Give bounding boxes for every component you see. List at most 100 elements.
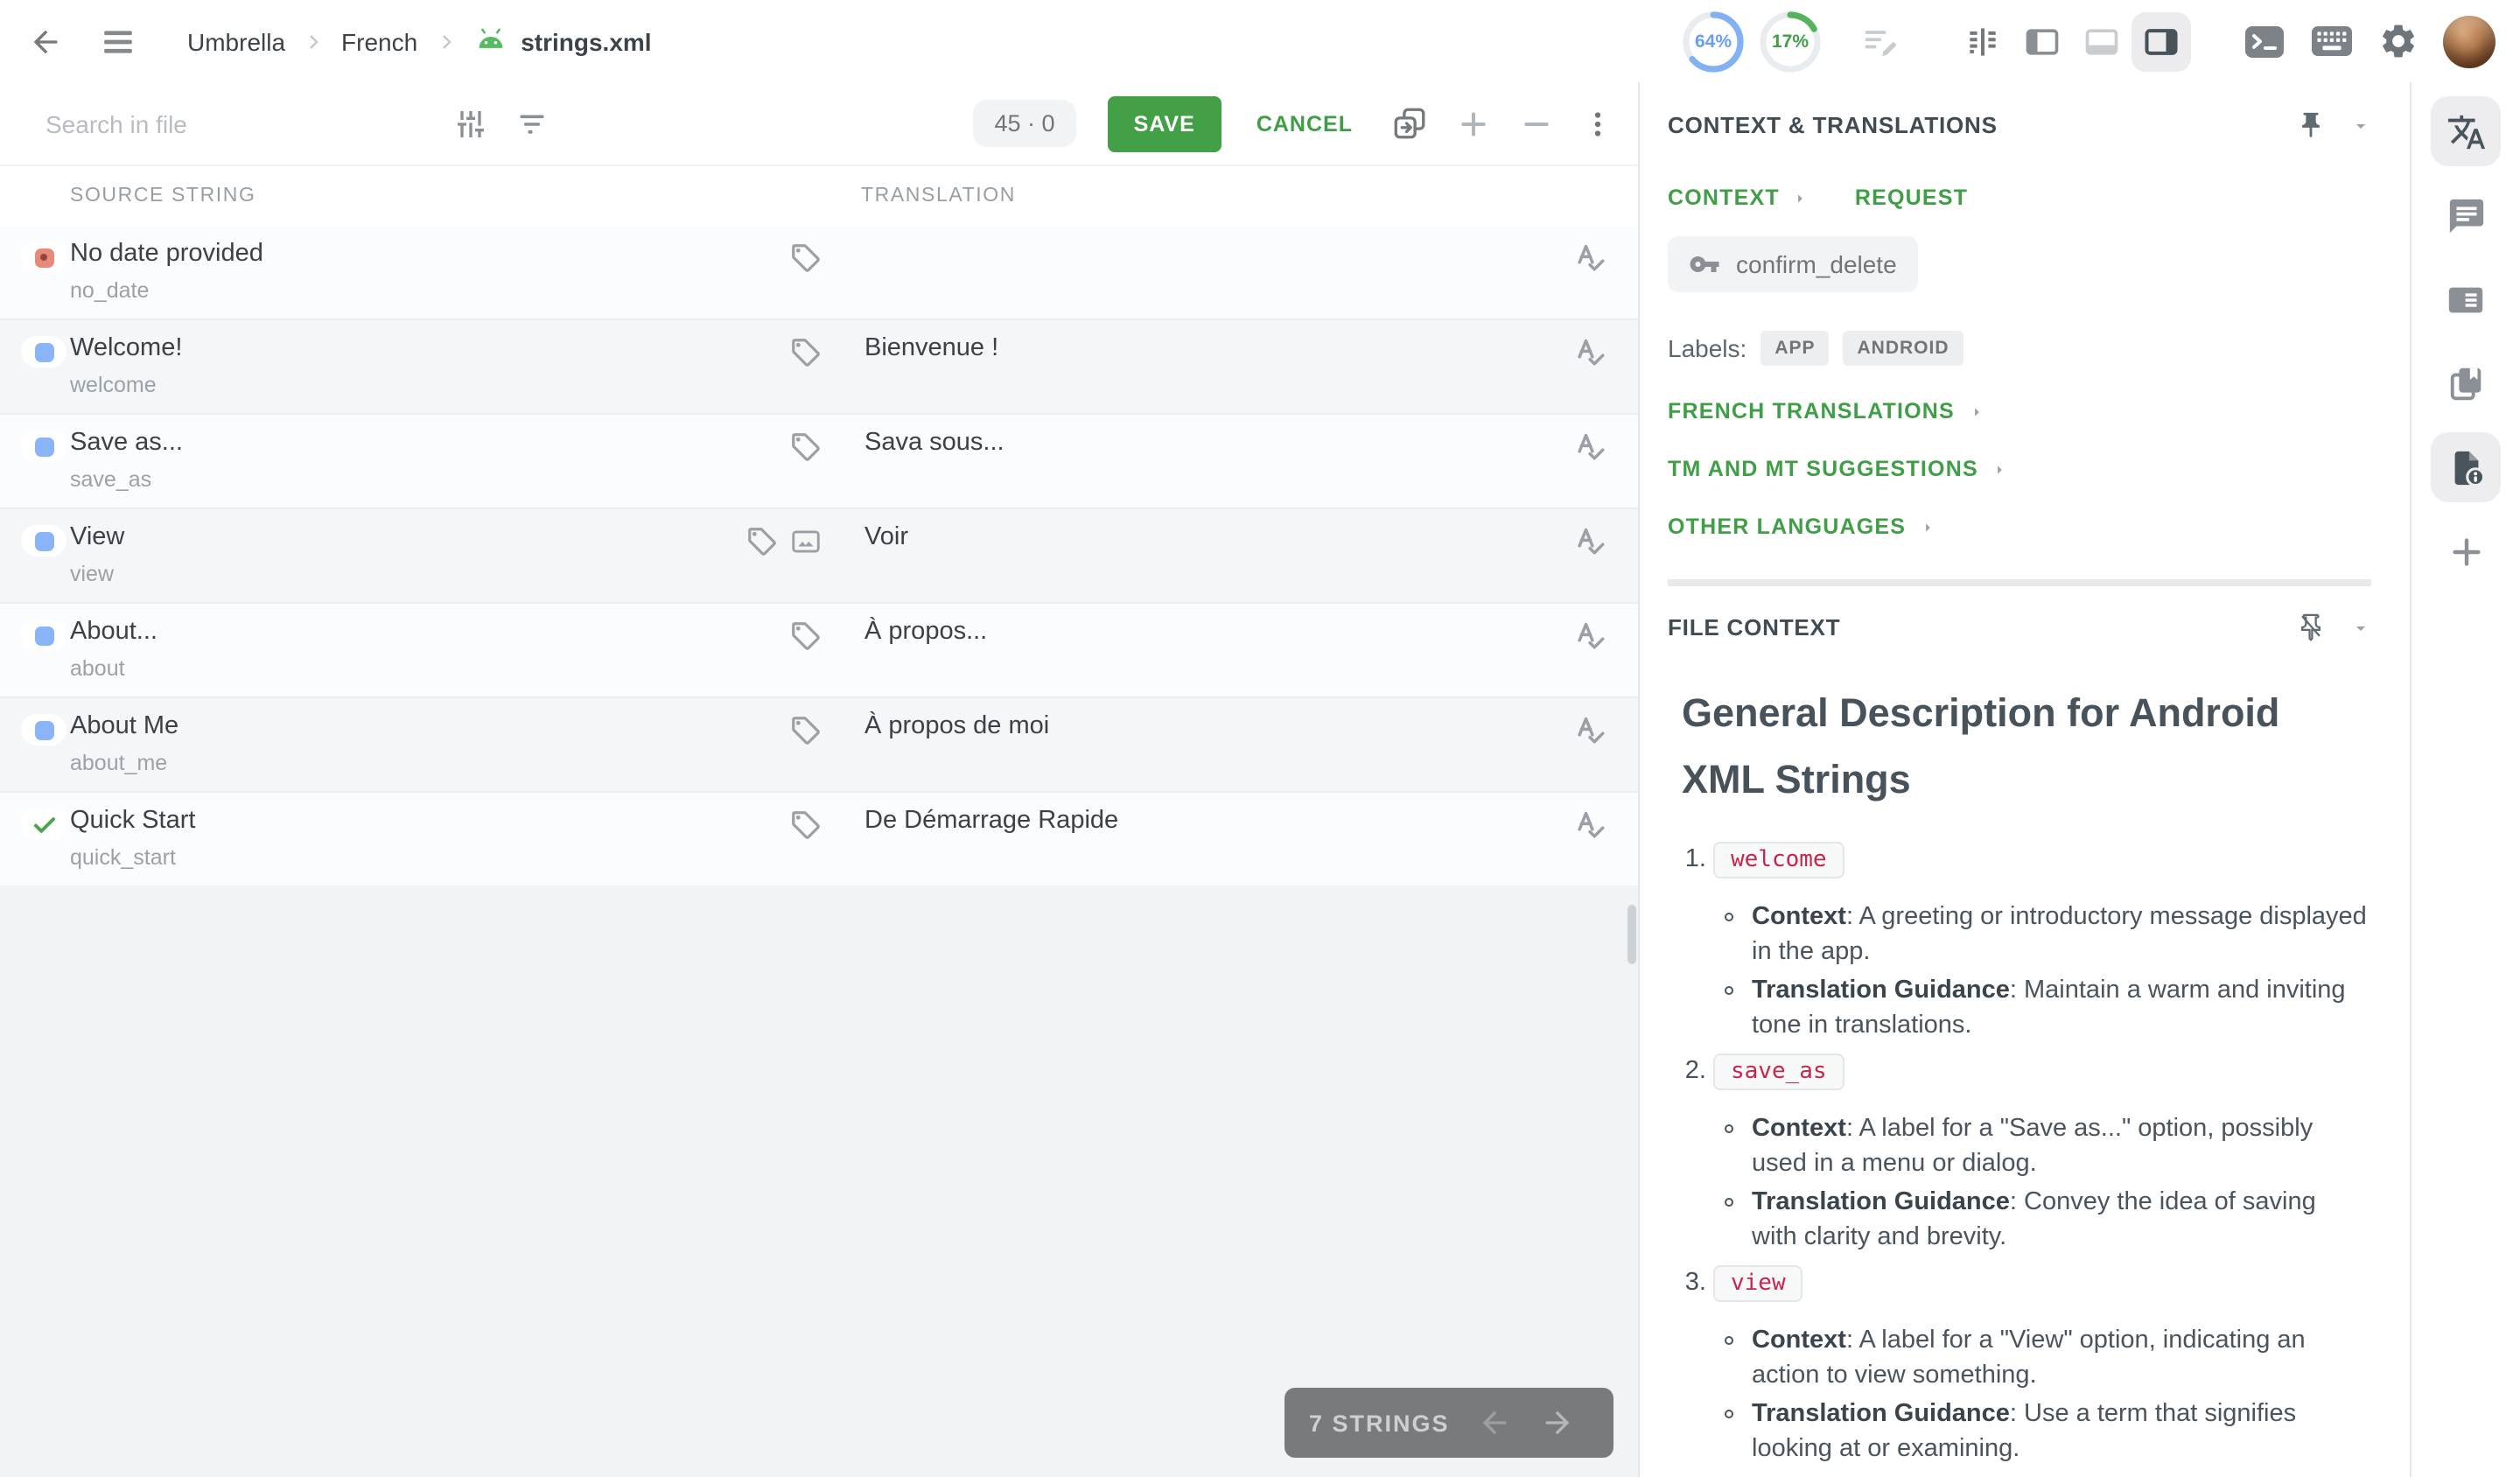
editor-toolbar: 45 · 0 SAVE CANCEL <box>0 82 1638 166</box>
string-key-code: welcome <box>1713 842 1844 878</box>
status-translated-icon <box>21 525 66 556</box>
progress-ring[interactable]: 64% <box>1680 8 1746 74</box>
avatar[interactable] <box>2443 15 2496 67</box>
menu-icon[interactable] <box>102 27 135 55</box>
source-string: About... <box>70 618 158 646</box>
strings-pager: 7 STRINGS <box>1284 1388 1614 1458</box>
string-key: about <box>70 656 125 681</box>
row-icons <box>700 242 822 275</box>
context-tabs: CONTEXT REQUEST <box>1668 186 2371 210</box>
string-row[interactable]: View view Voir <box>0 509 1638 604</box>
tab-request[interactable]: REQUEST <box>1855 186 1968 210</box>
view-bottom-panel-icon[interactable] <box>2072 11 2132 71</box>
table-header: SOURCE STRING TRANSLATION <box>0 166 1638 226</box>
string-row[interactable]: No date provided no_date <box>0 226 1638 320</box>
source-string: Quick Start <box>70 807 195 835</box>
gear-icon[interactable] <box>2378 21 2418 61</box>
back-icon[interactable] <box>28 24 63 59</box>
guidance-point: Context: A greeting or introductory mess… <box>1752 900 2368 970</box>
spellcheck-icon <box>1572 620 1610 658</box>
chevron-right-icon <box>435 31 456 52</box>
panel-sections: FRENCH TRANSLATIONS TM AND MT SUGGESTIONS… <box>1668 399 2371 539</box>
guidance-point: Translation Guidance: Use a term that si… <box>1752 1396 2368 1466</box>
prev-string-icon[interactable] <box>1478 1405 1513 1440</box>
strings-count-label: 7 STRINGS <box>1309 1410 1450 1436</box>
view-table-icon[interactable] <box>1953 11 2012 71</box>
next-string-icon[interactable] <box>1541 1405 1576 1440</box>
spellcheck-icon-wrap[interactable] <box>1572 620 1610 658</box>
right-rail <box>2412 82 2520 1477</box>
status-translated-icon <box>21 620 66 651</box>
section-link[interactable]: OTHER LANGUAGES <box>1668 514 2371 539</box>
file-info-icon[interactable] <box>2431 432 2501 502</box>
string-row[interactable]: Quick Start quick_start De Démarrage Rap… <box>0 793 1638 887</box>
spellcheck-icon <box>1572 336 1610 374</box>
string-row[interactable]: About Me about_me À propos de moi <box>0 698 1638 793</box>
cancel-button[interactable]: CANCEL <box>1246 95 1363 151</box>
string-row[interactable]: About... about À propos... <box>0 604 1638 698</box>
spellcheck-icon <box>1572 525 1610 564</box>
spellcheck-icon <box>1572 808 1610 847</box>
spellcheck-icon-wrap[interactable] <box>1572 336 1610 374</box>
row-icons <box>700 525 822 558</box>
string-row[interactable]: Save as... save_as Sava sous... <box>0 415 1638 509</box>
comments-icon[interactable] <box>2431 180 2501 250</box>
plus-icon[interactable] <box>1456 106 1491 141</box>
spellcheck-icon-wrap[interactable] <box>1572 808 1610 847</box>
status-approved-icon <box>21 808 66 840</box>
translate-icon[interactable] <box>2431 96 2501 166</box>
section-link[interactable]: TM AND MT SUGGESTIONS <box>1668 457 2371 481</box>
terminal-icon[interactable] <box>2244 22 2286 60</box>
row-icons <box>700 808 822 842</box>
tab-context[interactable]: CONTEXT <box>1668 186 1810 210</box>
collapse-caret-icon[interactable] <box>2350 617 2371 638</box>
copy-source-icon[interactable] <box>1391 105 1428 142</box>
row-icons <box>700 336 822 369</box>
spellcheck-icon-wrap[interactable] <box>1572 714 1610 752</box>
progress-ring[interactable]: 17% <box>1757 8 1824 74</box>
string-row[interactable]: Welcome! welcome Bienvenue ! <box>0 320 1638 415</box>
source-string: Welcome! <box>70 334 182 362</box>
glossary-icon[interactable] <box>2431 348 2501 418</box>
kebab-menu-icon[interactable] <box>1582 106 1614 141</box>
draft-edit-icon[interactable] <box>1862 22 1900 60</box>
breadcrumb-project[interactable]: Umbrella <box>187 27 285 55</box>
file-context-item: about <box>1713 1474 2368 1477</box>
spellcheck-icon-wrap[interactable] <box>1572 242 1610 280</box>
screenshot-icon <box>789 525 822 558</box>
guidance-point: Translation Guidance: Convey the idea of… <box>1752 1185 2368 1255</box>
card-icon[interactable] <box>2431 264 2501 334</box>
view-right-panel-icon[interactable] <box>2132 11 2191 71</box>
status-translated-icon <box>21 336 66 368</box>
labels-caption: Labels: <box>1668 334 1746 362</box>
search-input[interactable] <box>42 108 425 139</box>
minus-icon[interactable] <box>1519 106 1554 141</box>
spellcheck-icon-wrap[interactable] <box>1572 430 1610 469</box>
spellcheck-icon-wrap[interactable] <box>1572 525 1610 564</box>
string-key: about_me <box>70 751 167 775</box>
breadcrumb-language[interactable]: French <box>341 27 417 55</box>
scrollbar-thumb[interactable] <box>1628 905 1636 964</box>
row-icons <box>700 620 822 653</box>
pin-icon[interactable] <box>2296 110 2326 140</box>
source-string: Save as... <box>70 429 183 457</box>
guidance-point: Context: A label for a "Save as..." opti… <box>1752 1111 2368 1181</box>
string-key-chip[interactable]: confirm_delete <box>1668 236 1918 292</box>
save-button[interactable]: SAVE <box>1108 95 1222 151</box>
collapse-caret-icon[interactable] <box>2350 115 2371 136</box>
add-panel-icon[interactable] <box>2431 516 2501 586</box>
file-context-title: FILE CONTEXT <box>1668 614 1840 640</box>
source-string: No date provided <box>70 240 263 268</box>
string-counter-badge: 45 · 0 <box>974 100 1076 147</box>
view-left-panel-icon[interactable] <box>2012 11 2072 71</box>
keyboard-icon[interactable] <box>2310 23 2354 60</box>
section-link[interactable]: FRENCH TRANSLATIONS <box>1668 399 2371 424</box>
key-icon <box>1689 248 1720 280</box>
tag-icon <box>789 242 822 275</box>
view-switcher <box>1953 11 2191 71</box>
filter-settings-icon[interactable] <box>453 106 488 141</box>
unpin-icon[interactable] <box>2296 612 2326 642</box>
filter-list-icon[interactable] <box>516 108 548 139</box>
column-translation: TRANSLATION <box>861 186 1016 206</box>
breadcrumb-file[interactable]: strings.xml <box>473 27 651 55</box>
